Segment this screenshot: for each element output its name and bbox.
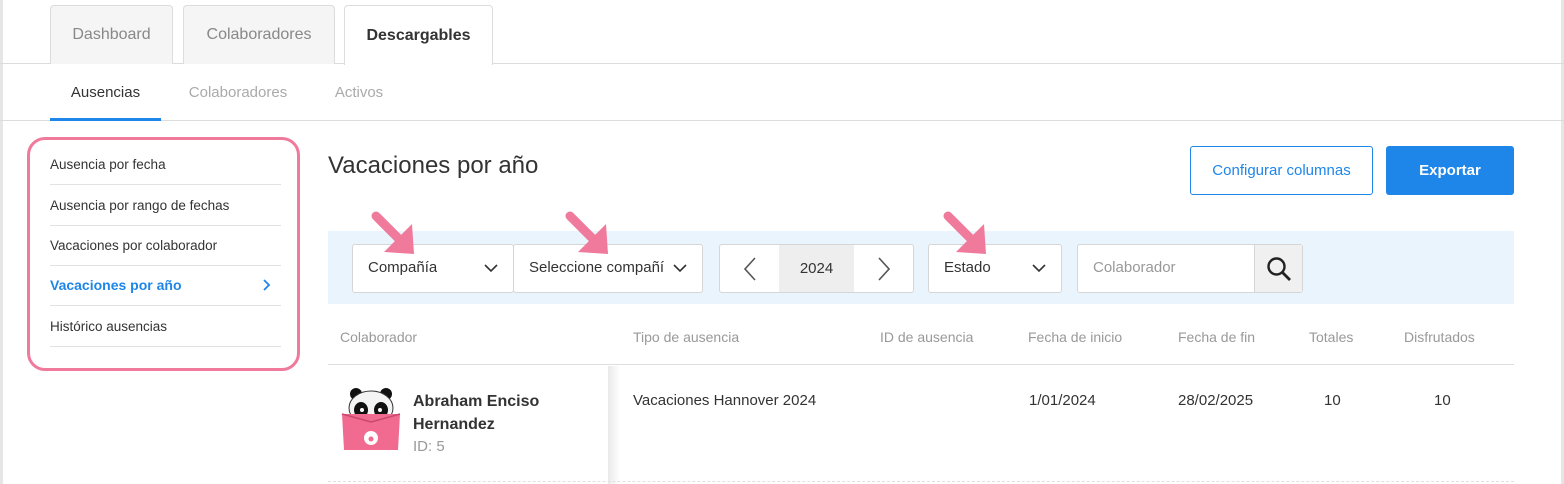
avatar — [340, 388, 402, 450]
annotation-arrow-icon — [565, 211, 608, 254]
next-year-button[interactable] — [854, 245, 913, 292]
employee-name[interactable]: Abraham Enciso Hernandez — [413, 390, 593, 436]
report-sidebar: Ausencia por fecha Ausencia por rango de… — [27, 137, 300, 371]
employee-id: ID: 5 — [413, 438, 445, 455]
cell-fecha-inicio: 1/01/2024 — [1029, 392, 1096, 409]
search-icon — [1266, 256, 1291, 281]
search-button[interactable] — [1254, 245, 1302, 292]
column-header-tipo-ausencia[interactable]: Tipo de ausencia — [633, 329, 739, 345]
tab-dashboard[interactable]: Dashboard — [50, 5, 173, 64]
sidebar-item-ausencia-por-rango[interactable]: Ausencia por rango de fechas — [50, 185, 281, 226]
cell-totales: 10 — [1324, 392, 1341, 409]
cell-disfrutados: 10 — [1434, 392, 1451, 409]
sticky-column-shadow — [608, 366, 620, 484]
annotation-arrow-icon — [371, 211, 414, 254]
chevron-down-icon — [1032, 264, 1046, 273]
column-header-colaborador[interactable]: Colaborador — [340, 329, 417, 345]
page-title: Vacaciones por año — [328, 152, 539, 179]
collaborator-search-box: Colaborador — [1077, 244, 1303, 293]
subtab-colaboradores[interactable]: Colaboradores — [176, 64, 300, 121]
sidebar-item-vacaciones-por-colaborador[interactable]: Vacaciones por colaborador — [50, 225, 281, 266]
chevron-right-icon — [877, 256, 890, 281]
sidebar-item-label: Vacaciones por año — [50, 277, 182, 293]
sub-tab-bar: Ausencias Colaboradores Activos — [0, 64, 1564, 121]
sidebar-item-label: Ausencia por rango de fechas — [50, 197, 230, 213]
annotation-arrow-icon — [943, 211, 986, 254]
sidebar-item-label: Vacaciones por colaborador — [50, 237, 218, 253]
sidebar-item-vacaciones-por-anio[interactable]: Vacaciones por año — [50, 265, 281, 306]
collaborator-search-input[interactable]: Colaborador — [1093, 259, 1176, 276]
year-stepper: 2024 — [719, 244, 914, 293]
top-tab-bar: Dashboard Colaboradores Descargables — [0, 0, 1564, 65]
chevron-down-icon — [484, 264, 498, 273]
row-divider — [328, 481, 1514, 482]
sidebar-item-label: Ausencia por fecha — [50, 156, 166, 172]
tab-colaboradores[interactable]: Colaboradores — [183, 5, 335, 64]
tab-descargables[interactable]: Descargables — [344, 5, 493, 65]
cell-tipo-ausencia: Vacaciones Hannover 2024 — [633, 392, 817, 409]
chevron-down-icon — [673, 264, 687, 273]
sidebar-item-label: Histórico ausencias — [50, 318, 168, 334]
column-header-fecha-fin[interactable]: Fecha de fin — [1178, 329, 1255, 345]
configure-columns-button[interactable]: Configurar columnas — [1190, 146, 1373, 195]
subtab-ausencias[interactable]: Ausencias — [50, 64, 161, 121]
previous-year-button[interactable] — [720, 245, 779, 292]
column-header-totales[interactable]: Totales — [1309, 329, 1353, 345]
filter-bar: Compañía Seleccione compañía 2024 Estado… — [328, 231, 1514, 304]
year-value: 2024 — [779, 245, 854, 292]
cell-fecha-fin: 28/02/2025 — [1178, 392, 1254, 409]
sidebar-item-historico-ausencias[interactable]: Histórico ausencias — [50, 306, 281, 347]
chevron-right-icon — [263, 279, 271, 291]
subtab-activos[interactable]: Activos — [322, 64, 396, 121]
column-header-disfrutados[interactable]: Disfrutados — [1404, 329, 1475, 345]
table-header-divider — [328, 364, 1514, 365]
sidebar-item-ausencia-por-fecha[interactable]: Ausencia por fecha — [50, 144, 281, 185]
column-header-id-ausencia[interactable]: ID de ausencia — [880, 329, 973, 345]
column-header-fecha-inicio[interactable]: Fecha de inicio — [1028, 329, 1122, 345]
chevron-left-icon — [743, 256, 756, 281]
export-button[interactable]: Exportar — [1386, 146, 1514, 195]
